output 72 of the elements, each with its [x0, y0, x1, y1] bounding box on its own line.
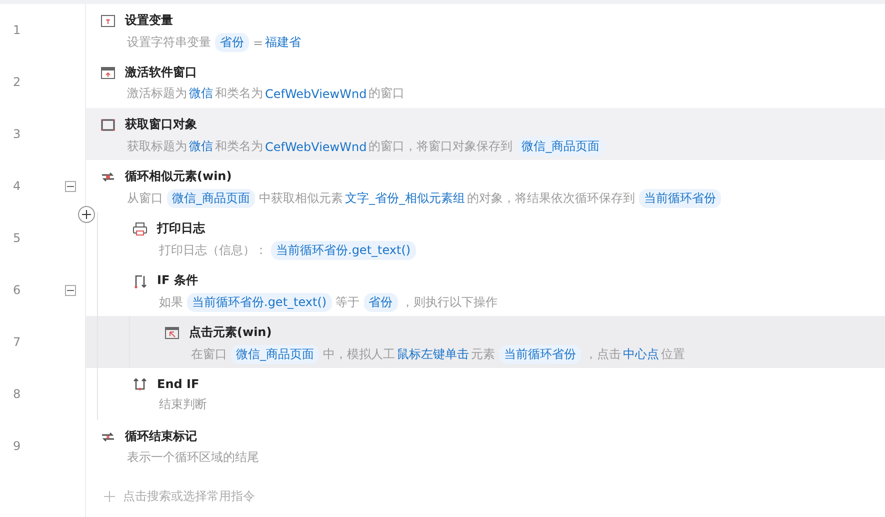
description-text: 位置 — [660, 346, 686, 363]
frame-icon — [100, 116, 116, 132]
description-text: 从窗口 — [126, 190, 164, 207]
branch-icon — [132, 272, 148, 288]
line-number: 8 — [13, 387, 21, 401]
description-text: 如果 — [158, 294, 184, 311]
description-text: 中，模拟人工 — [322, 346, 396, 363]
printer-icon — [132, 220, 148, 236]
variable-tag[interactable]: 微信_商品页面 — [167, 189, 255, 208]
description-text: 和类名为 — [214, 85, 264, 102]
parameter-link[interactable]: 鼠标左键单击 — [397, 346, 469, 363]
line-number: 7 — [13, 335, 21, 349]
description-text: 表示一个循环区域的结尾 — [126, 449, 260, 466]
variable-icon — [100, 12, 116, 28]
step-title: 打印日志 — [157, 220, 205, 237]
step-row[interactable]: 点击元素(win) 在窗口 微信_商品页面 中，模拟人工 鼠标左键单击 元素 当前循环省份 ，点击 中心点 位置 — [86, 316, 885, 368]
description-text: 的对象，将结果依次循环保存到 — [466, 190, 636, 207]
line-number: 9 — [13, 439, 21, 453]
variable-tag[interactable]: 当前循环省份 — [499, 345, 581, 364]
description-text: 中获取相似元素 — [258, 190, 344, 207]
parameter-link[interactable]: 中心点 — [623, 346, 659, 363]
description-text: 打印日志（信息）： — [158, 242, 268, 259]
add-step-button[interactable]: 点击搜索或选择常用指令 — [104, 486, 255, 506]
plus-icon — [104, 490, 115, 502]
click-icon — [164, 324, 180, 340]
variable-tag[interactable]: 微信_商品页面 — [231, 345, 319, 364]
step-title: 循环相似元素(win) — [125, 168, 232, 185]
step-title: 点击元素(win) — [189, 324, 272, 341]
parameter-link[interactable]: 微信 — [189, 85, 213, 102]
step-title: 激活软件窗口 — [125, 64, 197, 81]
variable-tag[interactable]: 当前循环省份.get_text() — [187, 293, 332, 312]
collapse-button[interactable] — [65, 284, 76, 296]
line-number: 4 — [13, 179, 21, 193]
variable-tag[interactable]: 当前循环省份.get_text() — [271, 241, 416, 260]
line-number: 1 — [13, 23, 21, 37]
step-title: 设置变量 — [125, 12, 173, 29]
description-text: 结束判断 — [158, 396, 208, 413]
description-text: 设置字符串变量 — [126, 34, 212, 51]
description-text: 等于 — [334, 294, 361, 311]
parameter-link[interactable]: 福建省 — [265, 34, 302, 51]
parameter-link[interactable]: CefWebViewWnd — [265, 86, 367, 100]
description-text: ，则执行以下操作 — [400, 294, 499, 311]
parameter-link[interactable]: 微信 — [189, 138, 213, 155]
line-number: 5 — [13, 231, 21, 245]
variable-tag[interactable]: 省份 — [215, 33, 249, 52]
line-number: 3 — [13, 127, 21, 141]
parameter-link[interactable]: 文字_省份_相似元素组 — [345, 190, 465, 207]
variable-tag[interactable]: 微信_商品页面 — [516, 137, 605, 156]
description-text: 在窗口 — [190, 346, 228, 363]
description-text: 获取标题为 — [126, 138, 188, 155]
description-text: 和类名为 — [214, 138, 264, 155]
line-number: 6 — [13, 283, 21, 297]
line-number: 2 — [13, 75, 21, 89]
insert-step-button[interactable] — [78, 206, 95, 223]
description-text: 元素 — [470, 346, 496, 363]
step-title: 获取窗口对象 — [125, 116, 197, 133]
description-text: 的窗口 — [368, 85, 406, 102]
branch-end-icon — [132, 376, 148, 392]
collapse-button[interactable] — [65, 180, 76, 192]
window-icon — [100, 64, 116, 80]
description-text: ，点击 — [584, 346, 622, 363]
parameter-link[interactable]: CefWebViewWnd — [265, 140, 367, 154]
variable-tag[interactable]: 省份 — [364, 293, 398, 312]
description-text: = — [252, 36, 264, 50]
description-text: 激活标题为 — [126, 85, 188, 102]
step-title: 循环结束标记 — [125, 428, 197, 445]
variable-tag[interactable]: 当前循环省份 — [639, 189, 721, 208]
step-row[interactable]: 获取窗口对象 获取标题为 微信 和类名为 CefWebViewWnd 的窗口，将窗口对象保存到 微信_商品页面 — [86, 108, 885, 160]
step-title: IF 条件 — [157, 272, 198, 289]
step-title: End IF — [157, 377, 200, 391]
description-text: 的窗口，将窗口对象保存到 — [368, 138, 514, 155]
plus-icon — [82, 210, 91, 219]
